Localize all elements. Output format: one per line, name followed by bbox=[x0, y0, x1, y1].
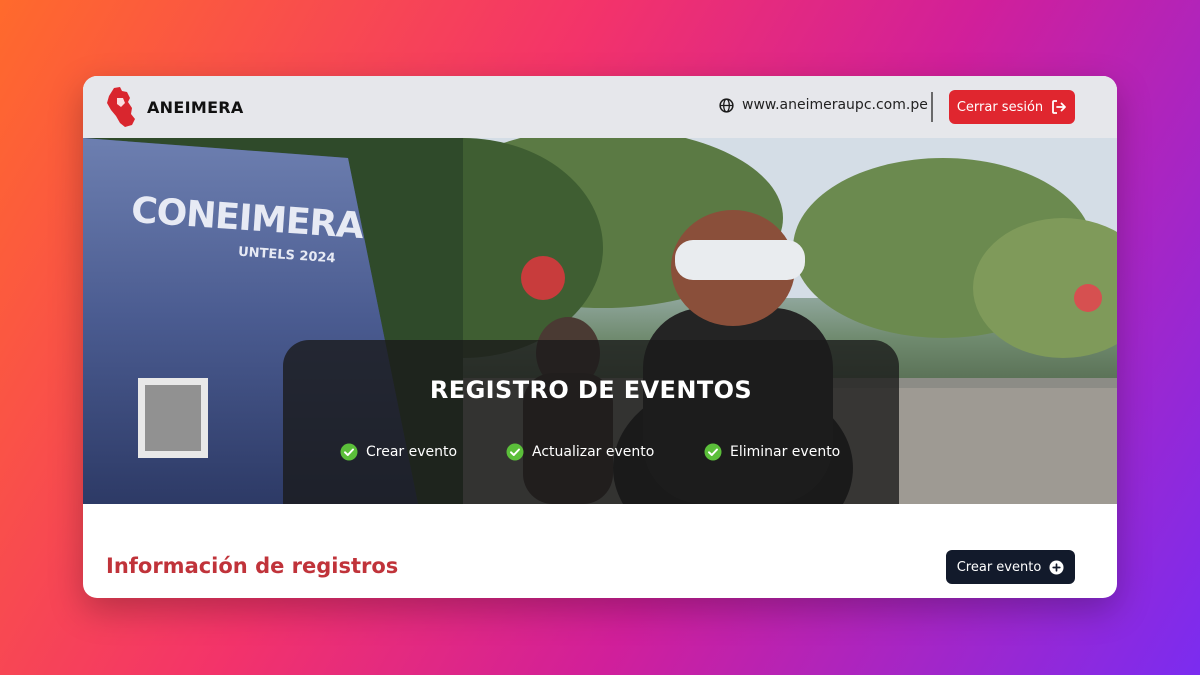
section-title: Información de registros bbox=[106, 554, 399, 578]
brand[interactable]: ANEIMERA bbox=[105, 86, 244, 128]
feature-update: Actualizar evento bbox=[506, 443, 654, 461]
check-circle-icon bbox=[704, 443, 722, 461]
hero-overlay-card bbox=[283, 340, 899, 504]
create-event-label: Crear evento bbox=[956, 559, 1042, 575]
globe-icon bbox=[719, 97, 734, 113]
website-url: www.aneimeraupc.com.pe bbox=[742, 97, 928, 113]
top-navbar: ANEIMERA www.aneimeraupc.com.pe Cerrar s… bbox=[83, 76, 1117, 138]
feature-create: Crear evento bbox=[340, 443, 457, 461]
hero-title: REGISTRO DE EVENTOS bbox=[429, 376, 753, 404]
feature-label: Eliminar evento bbox=[730, 444, 841, 460]
peru-map-logo-icon bbox=[107, 87, 135, 127]
website-link[interactable]: www.aneimeraupc.com.pe bbox=[719, 97, 928, 113]
navbar-divider bbox=[931, 92, 933, 122]
check-circle-icon bbox=[506, 443, 524, 461]
feature-label: Actualizar evento bbox=[532, 444, 655, 460]
create-event-button[interactable]: Crear evento bbox=[946, 550, 1075, 584]
logout-icon bbox=[1052, 100, 1067, 114]
feature-delete: Eliminar evento bbox=[704, 443, 840, 461]
hero-banner: CONEIMERA UNTELS 2024 REGISTRO DE EVENTO… bbox=[83, 138, 1117, 504]
logout-label: Cerrar sesión bbox=[956, 99, 1044, 115]
app-window: ANEIMERA www.aneimeraupc.com.pe Cerrar s… bbox=[83, 76, 1117, 598]
plus-circle-icon bbox=[1049, 559, 1064, 575]
brand-name: ANEIMERA bbox=[147, 97, 244, 117]
feature-label: Crear evento bbox=[366, 444, 458, 460]
check-circle-icon bbox=[340, 443, 358, 461]
logout-button[interactable]: Cerrar sesión bbox=[949, 90, 1075, 124]
